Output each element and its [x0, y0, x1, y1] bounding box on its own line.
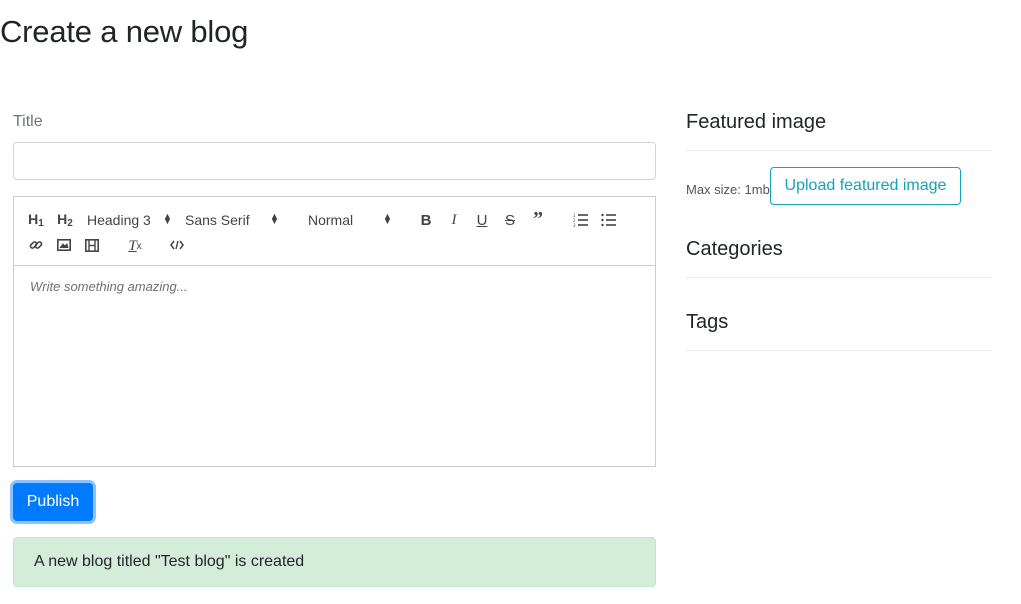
header-picker-label: Heading 3 [87, 212, 151, 228]
publish-button[interactable]: Publish [13, 483, 93, 521]
h2-button[interactable]: H2 [54, 211, 76, 229]
max-size-label: Max size: 1mb [686, 182, 770, 197]
clear-format-icon[interactable]: Tx [126, 237, 144, 255]
underline-icon[interactable]: U [474, 211, 490, 229]
bold-icon[interactable]: B [418, 211, 434, 229]
featured-image-heading: Featured image [686, 111, 827, 133]
font-picker-label: Sans Serif [185, 212, 250, 228]
success-alert: A new blog titled "Test blog" is created [13, 537, 656, 587]
chevron-updown-icon: ▲ ▼ [383, 211, 392, 226]
title-input[interactable] [13, 142, 656, 180]
svg-text:3: 3 [573, 223, 576, 227]
ordered-list-icon[interactable]: 123 [572, 211, 590, 229]
editor-toolbar: H1 H2 Heading 3 ▲ ▼ Sans Serif ▲ ▼ Normal … [14, 197, 655, 266]
strikethrough-icon[interactable]: S [502, 211, 518, 229]
page-title: Create a new blog [0, 14, 249, 49]
editor-placeholder: Write something amazing... [30, 279, 188, 294]
divider [686, 350, 992, 351]
divider [686, 150, 992, 151]
size-picker-label: Normal [308, 212, 354, 228]
divider [686, 277, 992, 278]
font-picker[interactable]: Sans Serif ▲ ▼ [185, 211, 285, 229]
tags-heading: Tags [686, 311, 729, 333]
editor-content[interactable]: Write something amazing... [14, 266, 655, 466]
title-label: Title [13, 113, 43, 130]
chevron-updown-icon: ▲ ▼ [270, 211, 279, 226]
alert-message: A new blog titled "Test blog" is created [34, 553, 305, 570]
italic-icon[interactable]: I [446, 211, 462, 229]
image-icon[interactable] [56, 237, 72, 253]
chevron-updown-icon: ▲ ▼ [163, 211, 172, 226]
upload-featured-image-button[interactable]: Upload featured image [770, 167, 961, 205]
size-picker[interactable]: Normal ▲ ▼ [308, 211, 394, 229]
blockquote-icon[interactable]: ” [530, 209, 546, 229]
code-block-icon[interactable] [168, 237, 186, 253]
video-icon[interactable] [84, 237, 100, 253]
bullet-list-icon[interactable] [600, 211, 618, 229]
rich-text-editor: H1 H2 Heading 3 ▲ ▼ Sans Serif ▲ ▼ Normal … [13, 196, 656, 467]
header-picker[interactable]: Heading 3 ▲ ▼ [87, 211, 175, 229]
categories-heading: Categories [686, 238, 783, 260]
link-icon[interactable] [28, 237, 44, 253]
h1-button[interactable]: H1 [26, 211, 46, 229]
